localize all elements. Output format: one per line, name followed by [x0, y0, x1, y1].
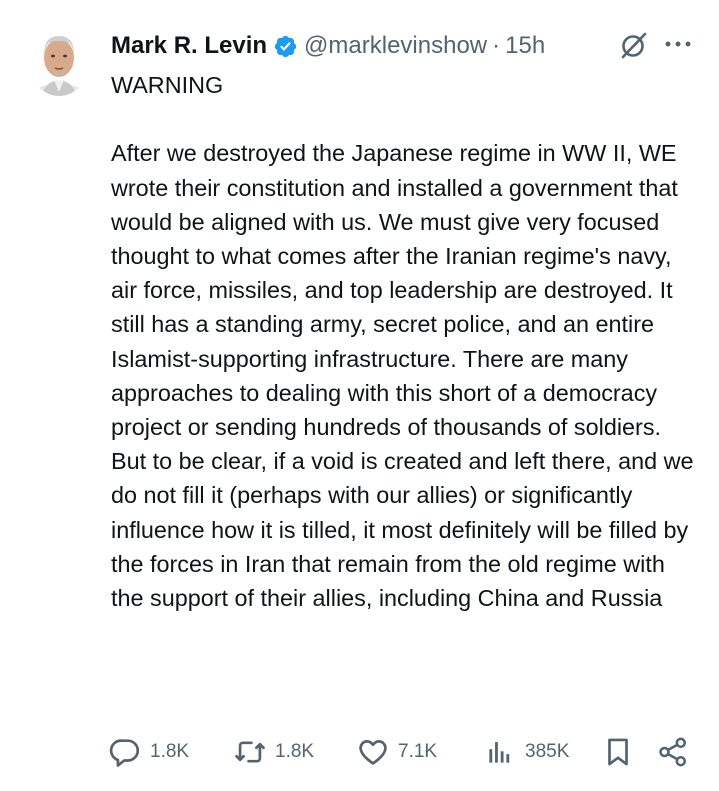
grok-icon[interactable] — [619, 30, 649, 60]
share-button[interactable] — [656, 732, 690, 772]
avatar[interactable] — [28, 24, 90, 96]
separator-dot: · — [492, 32, 501, 59]
author-handle[interactable]: @marklevinshow — [304, 32, 487, 60]
bookmark-button[interactable] — [601, 732, 635, 772]
repost-count: 1.8K — [275, 741, 315, 762]
repost-button[interactable]: 1.8K — [233, 732, 314, 772]
heart-icon — [359, 740, 387, 765]
reply-icon — [109, 739, 140, 767]
timestamp[interactable]: 15h — [505, 32, 545, 60]
share-icon — [659, 737, 687, 767]
reply-button[interactable]: 1.8K — [108, 732, 189, 772]
reply-count: 1.8K — [150, 741, 190, 762]
verified-badge-icon — [274, 35, 297, 57]
tweet-actions: 1.8K 1.8K 7.1K 385K — [108, 732, 699, 772]
views-button[interactable]: 385K — [483, 732, 569, 772]
tweet-text: WARNING After we destroyed the Japanese … — [111, 72, 694, 612]
bookmark-icon — [608, 738, 628, 766]
repost-icon — [235, 741, 265, 763]
views-chart-icon — [489, 742, 510, 763]
views-count: 385K — [525, 741, 570, 762]
author-name[interactable]: Mark R. Levin — [111, 32, 267, 60]
like-count: 7.1K — [398, 741, 438, 762]
more-icon[interactable] — [663, 34, 693, 54]
tweet-header: Mark R. Levin @marklevinshow · 15h — [111, 28, 699, 64]
like-button[interactable]: 7.1K — [356, 732, 437, 772]
tweet-card: Mark R. Levin @marklevinshow · 15h WARNI… — [0, 0, 719, 791]
